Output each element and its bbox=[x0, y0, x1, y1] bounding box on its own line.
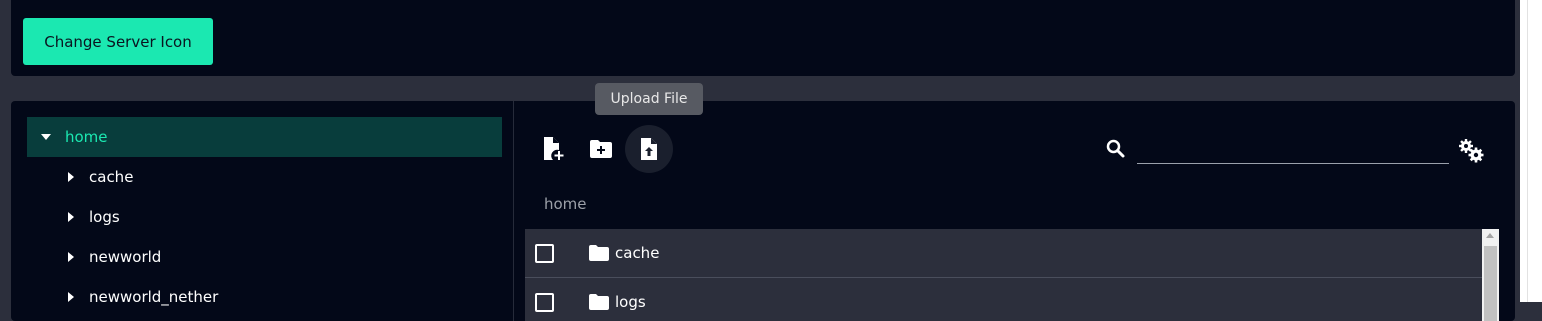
tree-item-cache[interactable]: cache bbox=[27, 157, 502, 197]
breadcrumb[interactable]: home bbox=[544, 195, 587, 213]
file-name: cache bbox=[615, 244, 660, 262]
tree-item-label: logs bbox=[89, 208, 120, 226]
file-row-cache[interactable]: cache bbox=[525, 229, 1482, 278]
file-settings-button[interactable] bbox=[1457, 137, 1485, 165]
gears-icon bbox=[1459, 139, 1484, 163]
caret-right-icon[interactable] bbox=[68, 252, 74, 262]
row-checkbox[interactable] bbox=[535, 292, 554, 312]
upload-file-tooltip: Upload File bbox=[595, 83, 703, 115]
tree-item-label: cache bbox=[89, 168, 134, 186]
page-scrollbar-track bbox=[1527, 0, 1528, 302]
file-row-logs[interactable]: logs bbox=[525, 278, 1482, 321]
caret-down-icon[interactable] bbox=[41, 134, 51, 140]
caret-right-icon[interactable] bbox=[68, 292, 74, 302]
file-name: logs bbox=[615, 293, 646, 311]
folder-icon bbox=[589, 245, 609, 261]
search-icon bbox=[1106, 139, 1125, 158]
tree-item-label: newworld bbox=[89, 248, 162, 266]
scrollbar-thumb[interactable] bbox=[1484, 246, 1497, 321]
folder-icon bbox=[589, 294, 609, 310]
change-server-icon-button[interactable]: Change Server Icon bbox=[23, 18, 213, 65]
caret-right-icon[interactable] bbox=[68, 212, 74, 222]
caret-right-icon[interactable] bbox=[68, 172, 74, 182]
new-file-button[interactable] bbox=[529, 125, 577, 173]
folder-plus-icon bbox=[590, 140, 612, 158]
file-upload-icon bbox=[641, 138, 657, 160]
scroll-up-icon[interactable] bbox=[1486, 233, 1494, 238]
file-list-scrollbar[interactable] bbox=[1482, 229, 1499, 321]
server-settings-card: Change Server Icon bbox=[11, 0, 1515, 76]
tree-item-label: home bbox=[65, 128, 108, 146]
new-folder-button[interactable] bbox=[577, 125, 625, 173]
tree-item-newworld-nether[interactable]: newworld_nether bbox=[27, 277, 502, 317]
tree-item-label: newworld_nether bbox=[89, 288, 219, 306]
file-plus-icon bbox=[544, 137, 564, 160]
tree-item-newworld[interactable]: newworld bbox=[27, 237, 502, 277]
file-list: cache logs bbox=[525, 229, 1499, 321]
file-manager-card: home cache logs newworld newworld_nether bbox=[11, 83, 1515, 321]
search-input[interactable] bbox=[1137, 137, 1449, 164]
page-scrollbar[interactable] bbox=[1520, 0, 1542, 302]
tree-item-home[interactable]: home bbox=[27, 117, 502, 157]
tree-item-logs[interactable]: logs bbox=[27, 197, 502, 237]
file-tree-panel: home cache logs newworld newworld_nether bbox=[11, 101, 514, 321]
upload-file-button[interactable] bbox=[625, 125, 673, 173]
row-checkbox[interactable] bbox=[535, 243, 554, 263]
